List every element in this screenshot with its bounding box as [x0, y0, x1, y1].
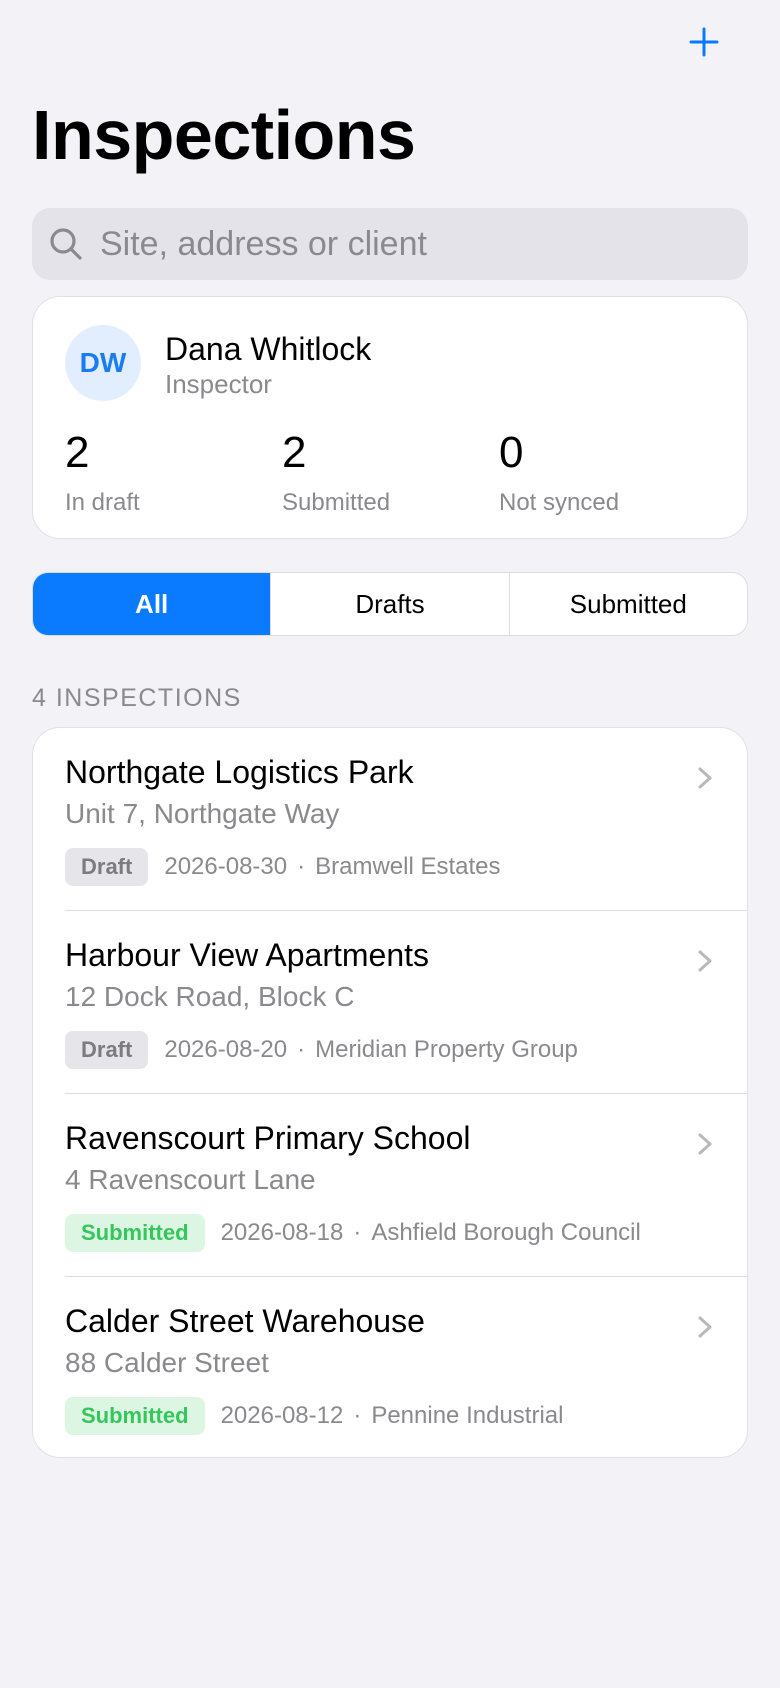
separator-dot: ·: [297, 853, 306, 880]
list-section-header: 4 INSPECTIONS: [32, 684, 242, 712]
stat-label: In draft: [65, 489, 140, 516]
profile-card: DW Dana Whitlock Inspector 2 In draft 2 …: [32, 296, 748, 539]
list-item[interactable]: Northgate Logistics Park Unit 7, Northga…: [33, 728, 747, 911]
inspection-meta: Draft 2026-08-30 · Bramwell Estates: [65, 848, 501, 886]
filter-segmented-control: All Drafts Submitted: [32, 572, 748, 636]
inspection-address: Unit 7, Northgate Way: [65, 798, 340, 829]
inspection-address: 88 Calder Street: [65, 1347, 269, 1378]
status-badge: Draft: [65, 1031, 149, 1069]
inspection-client: Ashfield Borough Council: [371, 1219, 641, 1246]
inspection-date: 2026-08-12: [220, 1402, 344, 1429]
inspection-date: 2026-08-18: [220, 1219, 344, 1246]
inspector-name: Dana Whitlock: [165, 331, 372, 367]
inspection-address: 4 Ravenscourt Lane: [65, 1164, 316, 1195]
chevron-right-icon: [698, 1316, 712, 1338]
stat-submitted: 2 Submitted: [282, 429, 390, 517]
stat-label: Submitted: [282, 489, 391, 516]
stat-value: 2: [65, 428, 90, 477]
inspection-title: Northgate Logistics Park: [65, 754, 414, 790]
filter-all[interactable]: All: [33, 573, 271, 635]
chevron-right-icon: [698, 767, 712, 789]
chevron-right-icon: [698, 950, 712, 972]
inspection-date: 2026-08-30: [164, 853, 288, 880]
list-item[interactable]: Harbour View Apartments 12 Dock Road, Bl…: [33, 911, 747, 1094]
filter-drafts[interactable]: Drafts: [270, 573, 508, 635]
stat-value: 0: [499, 428, 524, 477]
avatar: DW: [65, 325, 141, 401]
inspection-title: Ravenscourt Primary School: [65, 1120, 471, 1156]
status-badge: Submitted: [65, 1214, 205, 1252]
search-input[interactable]: [100, 224, 720, 264]
inspection-list: Northgate Logistics Park Unit 7, Northga…: [32, 727, 748, 1458]
separator-dot: ·: [353, 1219, 362, 1246]
separator-dot: ·: [297, 1036, 306, 1063]
search-bar[interactable]: [32, 208, 748, 280]
page-title: Inspections: [32, 96, 416, 174]
list-item[interactable]: Ravenscourt Primary School 4 Ravenscourt…: [33, 1094, 747, 1277]
add-inspection-button[interactable]: [682, 20, 726, 64]
inspection-title: Harbour View Apartments: [65, 937, 430, 973]
inspection-client: Pennine Industrial: [371, 1402, 564, 1429]
inspection-date: 2026-08-20: [164, 1036, 288, 1063]
inspection-address: 12 Dock Road, Block C: [65, 981, 355, 1012]
stat-not-synced: 0 Not synced: [499, 429, 619, 517]
inspection-meta: Draft 2026-08-20 · Meridian Property Gro…: [65, 1031, 578, 1069]
search-icon: [46, 224, 86, 264]
inspector-role: Inspector: [165, 369, 272, 399]
status-badge: Draft: [65, 848, 149, 886]
filter-submitted[interactable]: Submitted: [508, 573, 747, 635]
separator-dot: ·: [353, 1402, 362, 1429]
inspection-meta: Submitted 2026-08-12 · Pennine Industria…: [65, 1397, 563, 1435]
inspection-client: Meridian Property Group: [315, 1036, 578, 1063]
inspection-client: Bramwell Estates: [315, 853, 501, 880]
stat-label: Not synced: [499, 489, 620, 516]
inspection-meta: Submitted 2026-08-18 · Ashfield Borough …: [65, 1214, 641, 1252]
status-badge: Submitted: [65, 1397, 205, 1435]
list-item[interactable]: Calder Street Warehouse 88 Calder Street…: [33, 1277, 747, 1457]
stat-value: 2: [282, 428, 307, 477]
stat-in-draft: 2 In draft: [65, 429, 140, 517]
plus-icon: [689, 27, 719, 57]
inspection-title: Calder Street Warehouse: [65, 1303, 425, 1339]
chevron-right-icon: [698, 1133, 712, 1155]
